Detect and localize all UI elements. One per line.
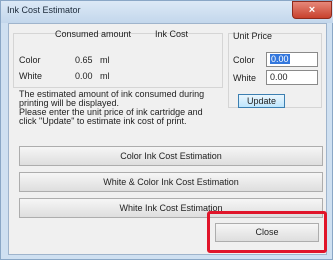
unit-price-color-label: Color bbox=[233, 55, 255, 65]
title-bar[interactable]: Ink Cost Estimator × bbox=[1, 1, 333, 23]
row-color-label: Color bbox=[19, 55, 41, 65]
header-consumed-amount: Consumed amount bbox=[55, 29, 132, 39]
color-ink-cost-estimation-button[interactable]: Color Ink Cost Estimation bbox=[19, 146, 323, 166]
info-note: The estimated amount of ink consumed dur… bbox=[19, 90, 204, 126]
unit-price-color-value: 0.00 bbox=[270, 54, 290, 64]
row-color-unit: ml bbox=[100, 55, 110, 65]
row-white-amount: 0.00 bbox=[75, 71, 93, 81]
update-button[interactable]: Update bbox=[238, 94, 285, 108]
unit-price-color-field[interactable]: 0.00 bbox=[266, 52, 318, 67]
header-unit-price: Unit Price bbox=[233, 31, 273, 41]
window-title: Ink Cost Estimator bbox=[7, 5, 81, 15]
header-ink-cost: Ink Cost bbox=[155, 29, 189, 39]
consumption-group bbox=[13, 33, 223, 88]
unit-price-white-value: 0.00 bbox=[270, 72, 288, 82]
ink-cost-estimator-window: Ink Cost Estimator × Consumed amount Ink… bbox=[0, 0, 333, 260]
window-close-icon[interactable]: × bbox=[292, 1, 332, 19]
info-note-line4: click "Update" to estimate ink cost of p… bbox=[19, 116, 187, 126]
white-color-ink-cost-estimation-button[interactable]: White & Color Ink Cost Estimation bbox=[19, 172, 323, 192]
unit-price-white-label: White bbox=[233, 73, 257, 83]
unit-price-white-field[interactable]: 0.00 bbox=[266, 70, 318, 85]
row-white-label: White bbox=[19, 71, 43, 81]
row-white-unit: ml bbox=[100, 71, 110, 81]
row-color-amount: 0.65 bbox=[75, 55, 93, 65]
close-button[interactable]: Close bbox=[215, 223, 319, 242]
